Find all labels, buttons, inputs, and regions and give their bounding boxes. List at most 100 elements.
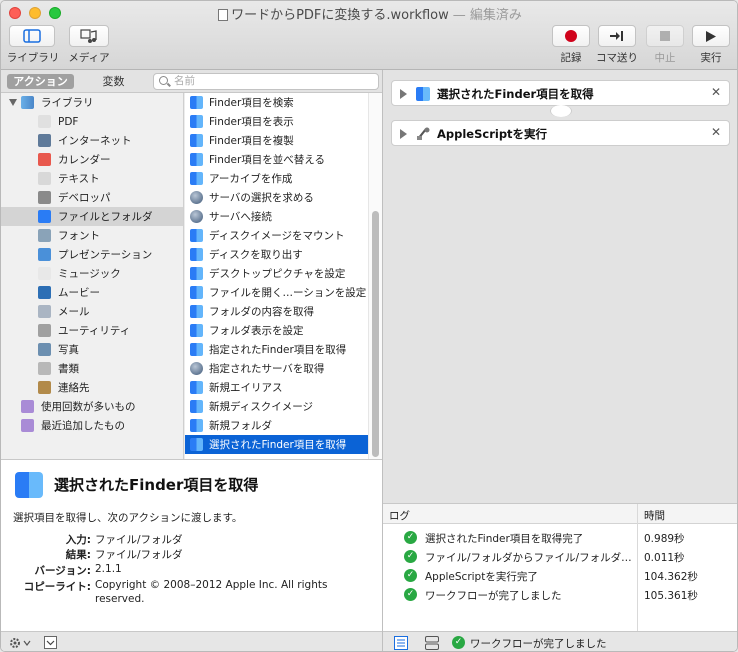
run-button[interactable] — [692, 25, 730, 47]
media-button[interactable] — [69, 25, 109, 47]
status-message: ワークフローが完了しました — [470, 638, 607, 650]
library-category-item[interactable]: フォント — [1, 226, 183, 245]
workflow-action-applescript[interactable]: AppleScriptを実行 ✕ — [391, 120, 730, 146]
time-column-header[interactable]: 時間 — [644, 508, 665, 523]
success-check-icon: ✓ — [452, 636, 465, 649]
category-label: メール — [58, 306, 90, 318]
library-category-item[interactable]: ミュージック — [1, 264, 183, 283]
result-label: 結果: — [65, 549, 91, 561]
action-list-item[interactable]: 新規エイリアス — [185, 378, 382, 397]
library-category-item[interactable]: カレンダー — [1, 150, 183, 169]
category-icon — [38, 134, 51, 147]
category-label: インターネット — [58, 135, 132, 147]
description-text: 選択項目を取得し、次のアクションに渡します。 — [13, 512, 243, 524]
action-list-item[interactable]: アーカイブを作成 — [185, 169, 382, 188]
input-label: 入力: — [65, 534, 91, 546]
library-category-item[interactable]: ファイルとフォルダ — [1, 207, 183, 226]
log-header: ログ 時間 — [383, 504, 737, 524]
action-list-item[interactable]: フォルダ表示を設定 — [185, 321, 382, 340]
action-list-item[interactable]: 選択されたFinder項目を取得 — [185, 435, 382, 454]
description-pane: 選択されたFinder項目を取得 選択項目を取得し、次のアクションに渡します。 … — [1, 459, 382, 631]
action-list: Finder項目を検索 Finder項目を表示 Finder項目を複製 Finder項… — [185, 93, 382, 454]
smart-group-item[interactable]: 使用回数が多いもの — [1, 397, 183, 416]
action-list-item[interactable]: サーバへ接続 — [185, 207, 382, 226]
log-row[interactable]: ✓ ワークフローが完了しました 105.361秒 — [383, 585, 737, 604]
action-list-item[interactable]: 指定されたFinder項目を取得 — [185, 340, 382, 359]
library-category-item[interactable]: メール — [1, 302, 183, 321]
expand-triangle-icon[interactable] — [400, 129, 407, 139]
log-row[interactable]: ✓ ファイル/フォルダからファイル/フォルダの… 0.011秒 — [383, 547, 737, 566]
log-column-header[interactable]: ログ — [389, 508, 410, 523]
workflow-area[interactable]: 選択されたFinder項目を取得 ✕ AppleScriptを実行 ✕ — [383, 70, 737, 503]
scrollbar-thumb[interactable] — [372, 211, 379, 457]
library-category-item[interactable]: 連絡先 — [1, 378, 183, 397]
log-table: ログ 時間 ✓ 選択されたFinder項目を取得完了 0.989秒 ✓ ファイル/フォル… — [383, 503, 737, 632]
action-list-scrollbar[interactable] — [368, 93, 382, 459]
action-list-item[interactable]: Finder項目を表示 — [185, 112, 382, 131]
log-row[interactable]: ✓ 選択されたFinder項目を取得完了 0.989秒 — [383, 528, 737, 547]
category-icon — [38, 286, 51, 299]
action-list-item[interactable]: 指定されたサーバを取得 — [185, 359, 382, 378]
workflow-action-get-finder-items[interactable]: 選択されたFinder項目を取得 ✕ — [391, 80, 730, 106]
action-list-item[interactable]: Finder項目を複製 — [185, 131, 382, 150]
tab-actions[interactable]: アクション — [7, 74, 74, 89]
action-list-item[interactable]: 新規フォルダ — [185, 416, 382, 435]
log-row[interactable]: ✓ AppleScriptを実行完了 104.362秒 — [383, 566, 737, 585]
description-title: 選択されたFinder項目を取得 — [54, 476, 259, 494]
library-category-item[interactable]: 写真 — [1, 340, 183, 359]
disclosure-triangle-icon[interactable] — [9, 99, 17, 106]
action-list-item[interactable]: サーバの選択を求める — [185, 188, 382, 207]
smart-group-item[interactable]: 最近追加したもの — [1, 416, 183, 435]
action-label: Finder項目を表示 — [209, 116, 294, 128]
library-category-item[interactable]: デベロッパ — [1, 188, 183, 207]
library-category-item[interactable]: プレゼンテーション — [1, 245, 183, 264]
close-icon[interactable]: ✕ — [711, 85, 721, 99]
list-view-icon[interactable] — [394, 636, 408, 650]
finder-icon — [190, 305, 203, 318]
media-label: メディア — [68, 52, 110, 64]
show-description-icon[interactable] — [44, 636, 57, 649]
action-list-item[interactable]: ディスクイメージをマウント — [185, 226, 382, 245]
category-icon — [38, 229, 51, 242]
server-icon — [190, 191, 203, 204]
step-label: コマ送り — [596, 52, 638, 64]
close-icon[interactable]: ✕ — [711, 125, 721, 139]
category-label: 写真 — [58, 344, 79, 356]
smart-group-label: 使用回数が多いもの — [41, 401, 136, 413]
library-category-item[interactable]: ムービー — [1, 283, 183, 302]
library-category-item[interactable]: ユーティリティ — [1, 321, 183, 340]
library-button[interactable] — [9, 25, 55, 47]
expand-triangle-icon[interactable] — [400, 89, 407, 99]
library-category-item[interactable]: 書類 — [1, 359, 183, 378]
category-icon — [38, 248, 51, 261]
action-label: ディスクイメージをマウント — [209, 230, 345, 242]
tab-variables[interactable]: 変数 — [91, 74, 136, 89]
log-message: ファイル/フォルダからファイル/フォルダの… — [425, 552, 635, 564]
record-button[interactable] — [552, 25, 590, 47]
action-list-item[interactable]: 新規ディスクイメージ — [185, 397, 382, 416]
action-list-item[interactable]: Finder項目を検索 — [185, 93, 382, 112]
log-time: 104.362秒 — [644, 571, 698, 583]
action-list-item[interactable]: ファイルを開く…ーションを設定 — [185, 283, 382, 302]
action-label: 指定されたサーバを取得 — [209, 363, 325, 375]
action-list-item[interactable]: ディスクを取り出す — [185, 245, 382, 264]
library-category-item[interactable]: インターネット — [1, 131, 183, 150]
stop-button[interactable] — [646, 25, 684, 47]
action-list-item[interactable]: Finder項目を並べ替える — [185, 150, 382, 169]
action-label: サーバへ接続 — [209, 211, 272, 223]
action-list-item[interactable]: フォルダの内容を取得 — [185, 302, 382, 321]
copyright-label: コピーライト: — [23, 581, 91, 593]
step-button[interactable] — [598, 25, 636, 47]
library-category-item[interactable]: テキスト — [1, 169, 183, 188]
search-input[interactable]: 名前 — [153, 73, 379, 90]
category-icon — [38, 305, 51, 318]
play-icon — [706, 30, 716, 42]
run-label: 実行 — [700, 52, 722, 64]
gear-menu-icon[interactable] — [9, 637, 31, 649]
category-icon — [38, 191, 51, 204]
action-list-item[interactable]: デスクトップピクチャを設定 — [185, 264, 382, 283]
category-icon — [38, 115, 51, 128]
split-view-icon[interactable] — [425, 636, 439, 650]
library-category-item[interactable]: PDF — [1, 112, 183, 131]
library-root[interactable]: ライブラリ — [1, 93, 183, 112]
